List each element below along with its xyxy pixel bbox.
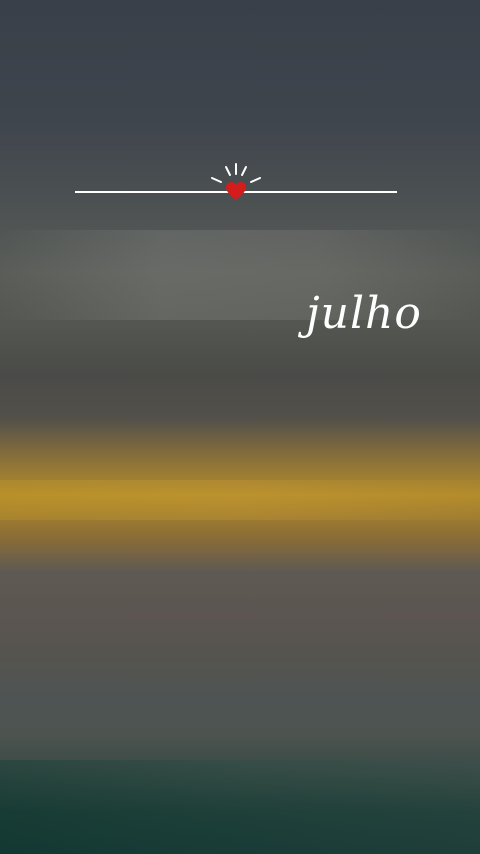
sea-haze bbox=[0, 760, 480, 854]
heart-icon bbox=[226, 182, 246, 200]
blurred-sky-background bbox=[0, 0, 480, 854]
sunset-glow bbox=[0, 480, 480, 520]
month-label: julho bbox=[306, 288, 422, 339]
